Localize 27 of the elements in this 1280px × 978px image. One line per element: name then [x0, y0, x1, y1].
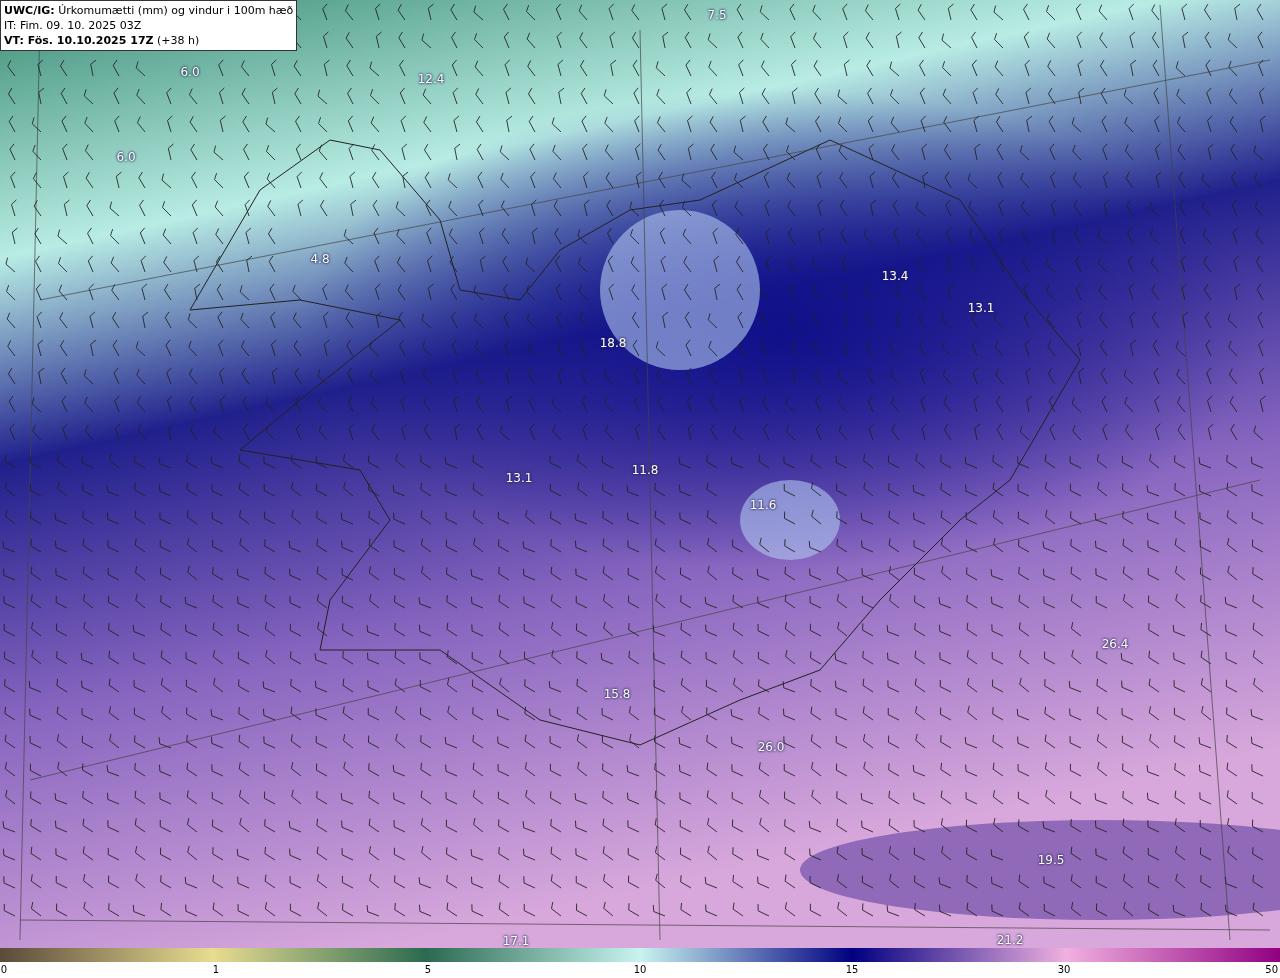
precipitation-value: 18.8 — [598, 336, 628, 350]
precipitation-value: 13.1 — [966, 301, 996, 315]
scale-tick-label: 10 — [633, 964, 647, 975]
scale-tick-label: 50 — [1265, 964, 1278, 975]
precipitation-value: 11.6 — [748, 498, 778, 512]
precipitation-value: 21.2 — [995, 933, 1025, 947]
issue-time: IT: Fim. 09. 10. 2025 03Z — [4, 18, 143, 33]
precipitation-value: 4.8 — [309, 252, 331, 266]
map-title: UWC/IG: Úrkomumætti (mm) og vindur i 100m hæð — [4, 3, 294, 18]
precipitation-value: 7.5 — [706, 8, 728, 22]
scale-tick-label: 5 — [424, 964, 432, 975]
precipitation-value: 13.1 — [504, 471, 534, 485]
precipitation-value: 11.8 — [630, 463, 660, 477]
precipitation-value: 26.4 — [1100, 637, 1130, 651]
scale-tick-label: 1 — [212, 964, 220, 975]
precipitation-value: 26.0 — [756, 740, 786, 754]
precipitation-value: 12.4 — [416, 72, 446, 86]
precipitation-value: 6.0 — [179, 65, 201, 79]
precipitation-value: 13.4 — [880, 269, 910, 283]
scale-tick-label: 15 — [845, 964, 859, 975]
precipitation-value: 19.5 — [1036, 853, 1066, 867]
scale-tick-label: 30 — [1057, 964, 1071, 975]
precipitation-value: 17.1 — [501, 934, 531, 948]
valid-time: VT: Fös. 10.10.2025 17Z (+38 h) — [4, 33, 201, 48]
precipitation-value: 15.8 — [602, 687, 632, 701]
precipitation-value: 6.0 — [115, 150, 137, 164]
scale-tick-label: 0 — [0, 964, 8, 975]
